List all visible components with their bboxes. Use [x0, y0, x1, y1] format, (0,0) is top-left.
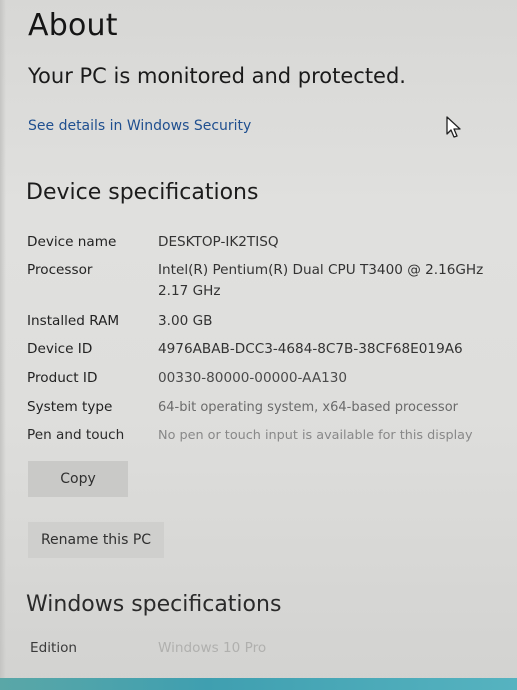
spec-label: Product ID	[27, 370, 98, 386]
spec-label: Pen and touch	[27, 427, 125, 443]
page-title: About	[28, 8, 118, 43]
rename-pc-button[interactable]: Rename this PC	[28, 522, 164, 558]
spec-label: Device ID	[27, 341, 93, 357]
device-specifications-heading: Device specifications	[26, 180, 259, 205]
spec-label: System type	[27, 399, 113, 415]
copy-button[interactable]: Copy	[28, 461, 128, 497]
spec-label: Installed RAM	[27, 313, 120, 329]
about-page: About Your PC is monitored and protected…	[0, 0, 517, 690]
spec-value: Intel(R) Pentium(R) Dual CPU T3400 @ 2.1…	[158, 260, 508, 302]
taskbar-edge	[0, 678, 517, 690]
windows-security-link[interactable]: See details in Windows Security	[28, 118, 251, 134]
window-edge	[0, 0, 6, 690]
spec-label: Device name	[27, 234, 117, 250]
spec-value: 3.00 GB	[158, 313, 213, 329]
processor-value-line1: Intel(R) Pentium(R) Dual CPU T3400 @ 2.1…	[158, 262, 484, 278]
protection-status-text: Your PC is monitored and protected.	[28, 64, 406, 88]
edition-value: Windows 10 Pro	[158, 640, 267, 656]
spec-value: 64-bit operating system, x64-based proce…	[158, 400, 458, 415]
spec-value: No pen or touch input is available for t…	[158, 428, 473, 443]
spec-value: 00330-80000-00000-AA130	[158, 370, 348, 386]
windows-specifications-heading: Windows specifications	[26, 592, 282, 617]
spec-value: 4976ABAB-DCC3-4684-8C7B-38CF68E019A6	[158, 341, 463, 357]
spec-value: DESKTOP-IK2TISQ	[158, 234, 279, 250]
processor-value-line2: 2.17 GHz	[158, 283, 221, 299]
edition-label: Edition	[30, 640, 78, 656]
mouse-pointer-icon	[446, 116, 461, 138]
spec-label: Processor	[27, 262, 93, 278]
